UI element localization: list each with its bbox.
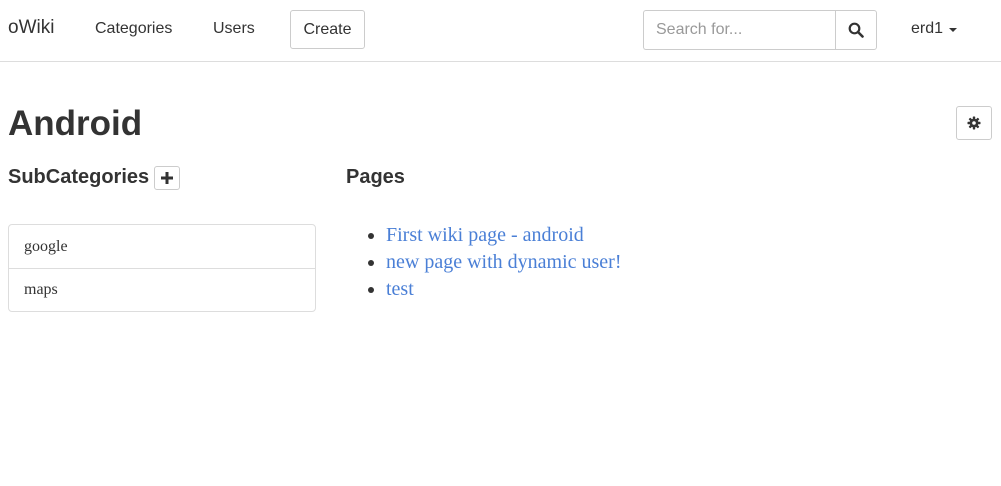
pages-heading: Pages xyxy=(346,166,405,188)
nav-categories-link[interactable]: Categories xyxy=(95,20,172,38)
caret-down-icon xyxy=(949,28,958,32)
add-subcategory-button[interactable] xyxy=(154,166,180,190)
page-link[interactable]: First wiki page - android xyxy=(386,224,584,246)
subcategory-list: google maps xyxy=(8,224,316,312)
subcategories-heading: SubCategories xyxy=(8,166,150,188)
search-input[interactable] xyxy=(643,10,836,50)
settings-button[interactable] xyxy=(956,106,992,140)
subcategory-item[interactable]: maps xyxy=(9,268,315,311)
list-item: test xyxy=(386,276,621,303)
user-name: erd1 xyxy=(911,20,944,37)
list-item: new page with dynamic user! xyxy=(386,249,621,276)
search-icon xyxy=(848,22,864,38)
gear-icon xyxy=(967,116,981,130)
nav-users-link[interactable]: Users xyxy=(213,20,255,38)
search-button[interactable] xyxy=(835,10,877,50)
user-dropdown[interactable]: erd1 xyxy=(911,20,958,38)
pages-list: First wiki page - android new page with … xyxy=(386,222,621,303)
plus-icon xyxy=(161,172,173,184)
page-title: Android xyxy=(8,104,143,143)
subcategory-item[interactable]: google xyxy=(9,225,315,268)
page-link[interactable]: test xyxy=(386,278,414,300)
list-item: First wiki page - android xyxy=(386,222,621,249)
navbar: oWiki Categories Users Create erd1 xyxy=(0,0,1001,62)
create-button[interactable]: Create xyxy=(290,10,365,49)
brand-logo[interactable]: oWiki xyxy=(8,17,54,39)
page-link[interactable]: new page with dynamic user! xyxy=(386,251,621,273)
